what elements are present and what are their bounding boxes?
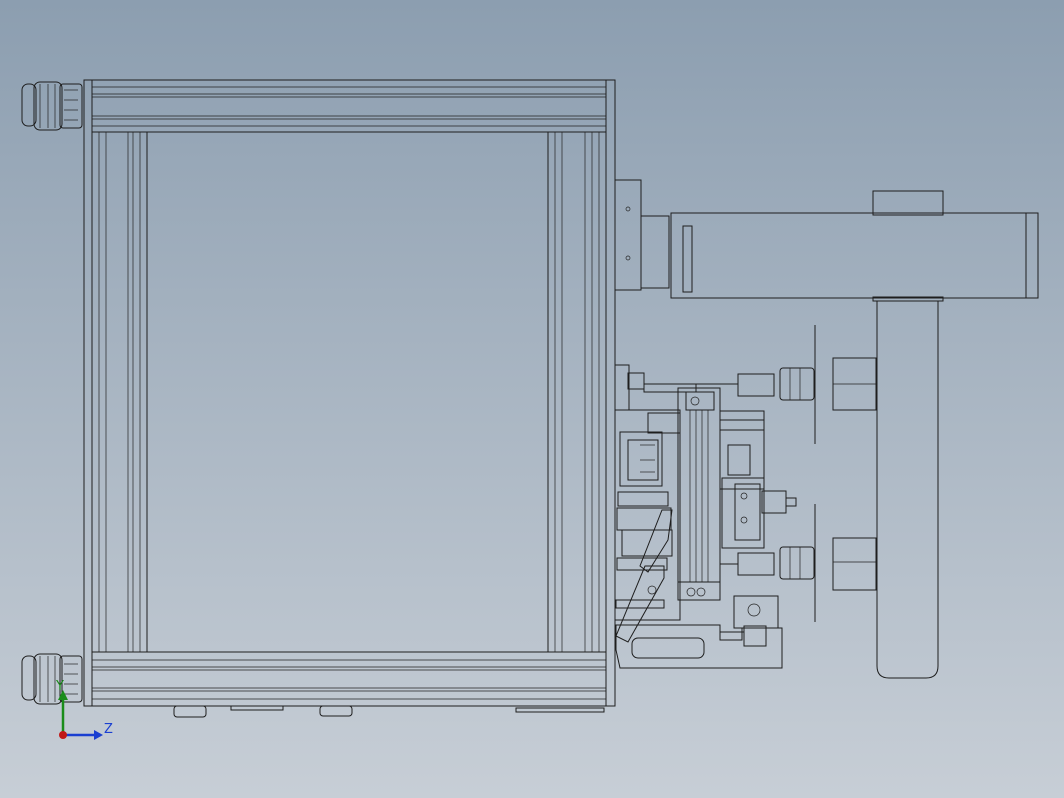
triad-z-label: Z xyxy=(104,722,113,737)
triad-origin xyxy=(59,731,67,739)
triad-y-label: Y xyxy=(55,679,64,694)
cad-viewport[interactable]: Y Z xyxy=(0,0,1064,798)
